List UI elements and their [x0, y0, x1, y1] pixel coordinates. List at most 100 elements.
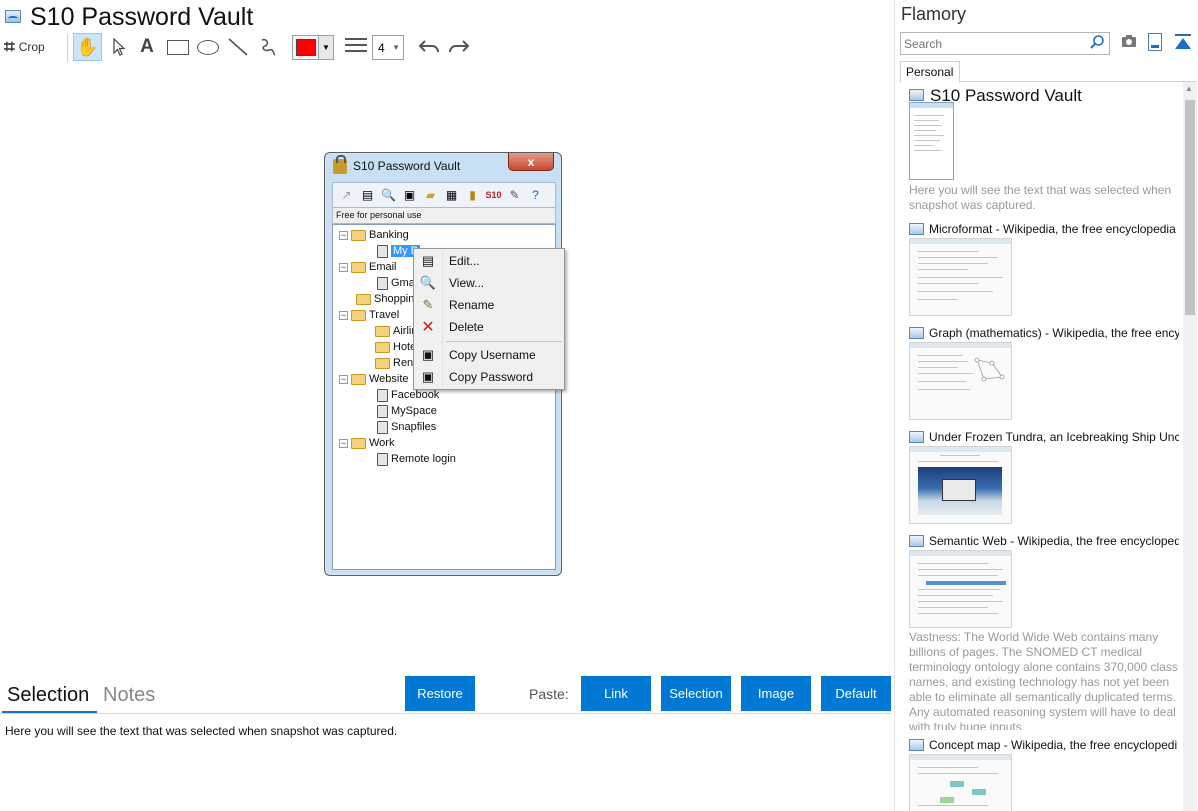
snapshot-thumbnail — [909, 550, 1012, 628]
entry-lock-icon — [377, 244, 388, 258]
text-tool-button[interactable]: A — [135, 33, 159, 61]
menu-item-edit: ▤ Edit... — [414, 251, 564, 271]
help-icon: ? — [532, 188, 539, 202]
crop-button[interactable]: ⌗ Crop — [4, 33, 62, 61]
sidebar-divider — [894, 0, 895, 811]
freehand-tool-button[interactable] — [255, 33, 281, 61]
entry-lock-icon — [377, 404, 388, 418]
tree-node: Shoppin — [356, 291, 414, 307]
folder-icon — [375, 341, 390, 353]
snapshot-title: Under Frozen Tundra, an Icebreaking Ship… — [929, 430, 1179, 444]
ellipse-tool-button[interactable] — [195, 33, 221, 61]
hand-icon: ✋ — [76, 36, 99, 57]
selection-text[interactable]: Here you will see the text that was sele… — [5, 724, 397, 738]
color-swatch — [296, 39, 316, 56]
tree-node-label: MySpace — [391, 405, 437, 417]
tab-line — [960, 81, 1196, 82]
menu-item-delete: ✕ Delete — [414, 317, 564, 337]
tab-personal[interactable]: Personal — [900, 61, 960, 83]
snapshot-thumbnail — [909, 238, 1012, 316]
tree-node: Snapfiles — [377, 419, 436, 435]
tree-node: MySpace — [377, 403, 437, 419]
copy-username-icon: ▣ — [421, 347, 435, 362]
toolbar-separator — [67, 34, 68, 62]
collapse-up-icon[interactable] — [1174, 34, 1192, 52]
snapshot-icon — [909, 739, 924, 751]
line-width-select[interactable]: 4 ▼ — [372, 35, 404, 60]
copy-password-icon: ▣ — [421, 369, 435, 384]
tree-node-label: Website — [369, 373, 409, 385]
app-name: Flamory — [901, 4, 967, 24]
tree-node-label: Travel — [369, 309, 400, 321]
document-icon[interactable] — [1148, 33, 1162, 51]
camera-icon[interactable] — [1121, 34, 1137, 50]
folder-icon: ▰ — [425, 188, 436, 202]
snapshot-icon — [909, 431, 924, 443]
scrollbar-thumb[interactable] — [1185, 100, 1195, 315]
undo-button[interactable] — [416, 33, 442, 61]
restore-button[interactable]: Restore — [405, 676, 475, 711]
snapshot-window-status: Free for personal use — [332, 208, 556, 224]
color-picker[interactable]: ▼ — [292, 35, 334, 60]
rectangle-tool-button[interactable] — [165, 33, 191, 61]
line-width-value: 4 — [378, 40, 385, 55]
tree-node-label: Banking — [369, 229, 409, 241]
tree-node-label: Shoppin — [374, 293, 415, 305]
tree-node-label: Work — [369, 437, 395, 449]
line-tool-button[interactable] — [225, 33, 251, 61]
snapshot-title: Microformat - Wikipedia, the free encycl… — [929, 222, 1176, 236]
collapse-toggle: − — [339, 309, 348, 320]
tree-node: Airlin — [375, 323, 417, 339]
text-icon: A — [140, 36, 154, 57]
entry-lock-icon — [377, 276, 388, 290]
tree-node: − Work — [339, 435, 394, 451]
menu-item-copy-password: ▣ Copy Password — [414, 367, 564, 387]
pointer-icon — [113, 38, 126, 56]
collapse-toggle: − — [339, 437, 348, 448]
entry-lock-icon — [377, 452, 388, 466]
search-input[interactable] — [900, 32, 1110, 55]
snapshot-thumbnail — [909, 102, 954, 180]
paste-default-button[interactable]: Default — [821, 676, 891, 711]
ellipse-icon — [197, 39, 219, 55]
pointer-tool-button[interactable] — [107, 33, 131, 61]
folder-icon — [375, 357, 390, 369]
tab-selection[interactable]: Selection — [7, 684, 89, 707]
chevron-down-icon: ▼ — [392, 43, 400, 52]
tree-node-label: Remote login — [391, 453, 456, 465]
hand-tool-button[interactable]: ✋ — [73, 33, 102, 61]
rectangle-icon — [167, 39, 189, 55]
snapshot-thumbnail — [909, 754, 1012, 811]
snapshot-icon — [909, 89, 924, 101]
paste-link-button[interactable]: Link — [581, 676, 651, 711]
arrow-icon: ↗ — [341, 188, 352, 202]
search-icon[interactable] — [1089, 34, 1105, 53]
divider — [0, 713, 891, 714]
ship-shape — [942, 479, 976, 501]
context-menu: ▤ Edit... 🔍 View... ✎ Rename ✕ Delete ▣ Copy … — [413, 248, 565, 390]
vault-lock-icon — [333, 155, 347, 174]
tree-node: − Email — [339, 259, 397, 275]
folder-icon — [375, 325, 390, 337]
snapshot-window-title: S10 Password Vault — [353, 159, 461, 173]
folder-icon — [356, 293, 371, 305]
tree-node: Hote — [375, 339, 416, 355]
paste-image-button[interactable]: Image — [741, 676, 811, 711]
menu-item-label: Copy Username — [449, 348, 536, 362]
tree-node: Gma — [377, 275, 415, 291]
collapse-toggle: − — [339, 261, 348, 272]
redo-button[interactable] — [446, 33, 472, 61]
menu-item-label: Copy Password — [449, 370, 534, 384]
menu-item-label: Edit... — [449, 254, 480, 268]
lock-icon: ▮ — [469, 188, 476, 202]
app-icon — [5, 10, 21, 23]
menu-item-view: 🔍 View... — [414, 273, 564, 293]
tab-notes[interactable]: Notes — [103, 684, 155, 707]
entry-lock-icon — [377, 388, 388, 402]
tree-node-label: Gma — [391, 277, 415, 289]
scroll-up-icon[interactable]: ▲ — [1185, 84, 1193, 93]
paste-selection-button[interactable]: Selection — [661, 676, 731, 711]
snapshot-title: Semantic Web - Wikipedia, the free encyc… — [929, 534, 1179, 548]
tree-node: Remote login — [377, 451, 456, 467]
snapshot-title: Concept map - Wikipedia, the free encycl… — [929, 738, 1178, 752]
